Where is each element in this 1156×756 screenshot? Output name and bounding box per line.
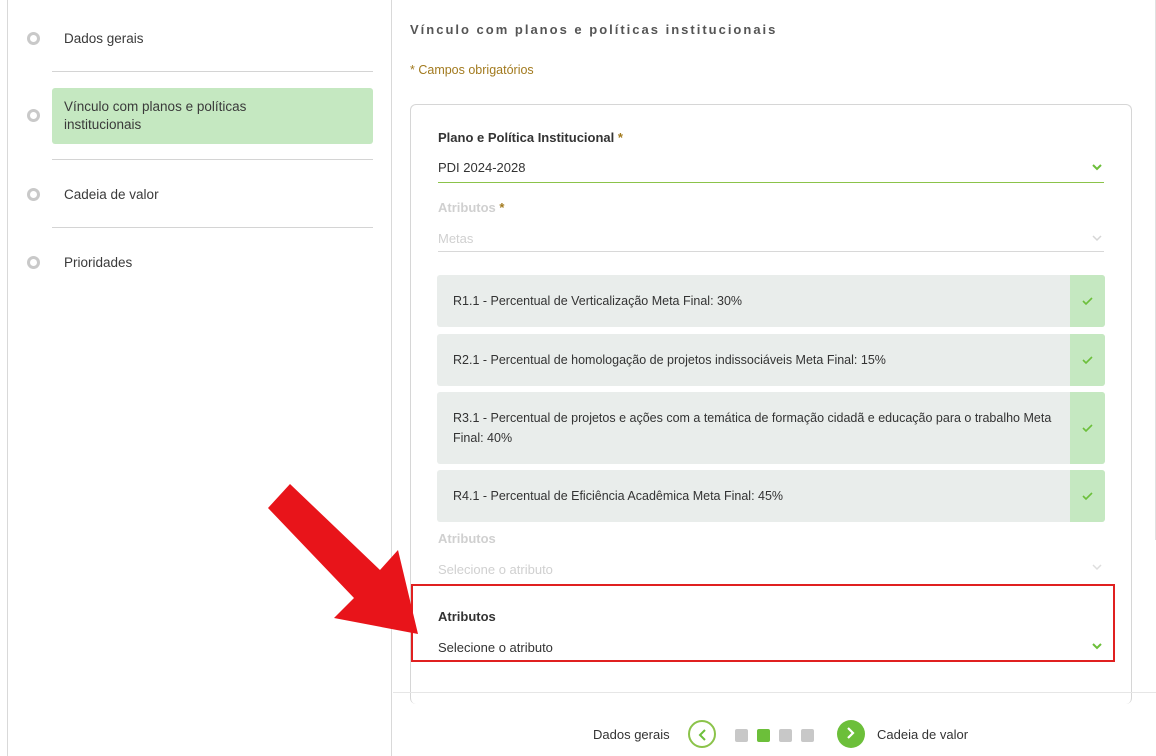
step-label: Prioridades (64, 255, 133, 270)
pager-dot[interactable] (801, 729, 814, 742)
atributos-1-select-value: Metas (438, 231, 474, 246)
divider (52, 159, 373, 160)
required-star: * (499, 200, 505, 215)
pager-dot-active[interactable] (757, 729, 770, 742)
chevron-down-icon[interactable] (1091, 161, 1103, 173)
atributos-3-select[interactable]: Selecione o atributo (438, 640, 553, 655)
step-label: Vínculo com planos e políticas instituci… (64, 99, 247, 132)
step-radio-icon (27, 188, 40, 201)
selected-item-text: R1.1 - Percentual de Verticalização Meta… (453, 294, 743, 308)
section-title: Vínculo com planos e políticas instituci… (410, 22, 778, 37)
prev-step-label[interactable]: Dados gerais (593, 727, 670, 742)
atributos-1-underline (438, 251, 1104, 252)
selected-item: R4.1 - Percentual de Eficiência Acadêmic… (437, 470, 1105, 522)
chevron-down-icon (1092, 564, 1102, 571)
selected-item-text: R2.1 - Percentual de homologação de proj… (453, 353, 886, 367)
red-arrow-annotation (268, 484, 418, 634)
pager-dot[interactable] (779, 729, 792, 742)
check-icon[interactable] (1070, 392, 1105, 464)
required-fields-note: * Campos obrigatórios (410, 63, 534, 77)
plano-select-underline (438, 182, 1104, 183)
check-icon[interactable] (1070, 470, 1105, 522)
divider (52, 71, 373, 72)
selected-item: R2.1 - Percentual de homologação de proj… (437, 334, 1105, 386)
step-radio-icon (27, 109, 40, 122)
check-icon[interactable] (1070, 334, 1105, 386)
chevron-down-icon (1092, 235, 1102, 242)
selected-item-text: R3.1 - Percentual de projetos e ações co… (453, 411, 1052, 445)
atributos-2-select: Selecione o atributo (438, 562, 553, 577)
steps-sidebar: Dados gerais Vínculo com planos e políti… (8, 0, 392, 756)
plano-label-text: Plano e Política Institucional (438, 130, 615, 145)
main-content: Vínculo com planos e políticas instituci… (393, 0, 1156, 756)
check-icon[interactable] (1070, 275, 1105, 327)
required-star: * (617, 130, 623, 145)
atributos-1-label: Atributos * (438, 200, 504, 215)
step-radio-icon (27, 256, 40, 269)
selected-item-text: R4.1 - Percentual de Eficiência Acadêmic… (453, 489, 784, 503)
step-radio-icon (27, 32, 40, 45)
step-label: Dados gerais (64, 31, 144, 46)
prev-step-button[interactable] (688, 720, 716, 748)
selected-item: R1.1 - Percentual de Verticalização Meta… (437, 275, 1105, 327)
atributos-3-label: Atributos (438, 609, 496, 624)
chevron-right-icon (847, 727, 855, 739)
next-step-label[interactable]: Cadeia de valor (877, 727, 968, 742)
step-label: Cadeia de valor (64, 187, 159, 202)
divider (52, 227, 373, 228)
atributos-2-label: Atributos (438, 531, 496, 546)
next-step-button[interactable] (837, 720, 865, 748)
chevron-down-icon[interactable] (1091, 640, 1103, 652)
selected-item: R3.1 - Percentual de projetos e ações co… (437, 392, 1105, 464)
pager-dot[interactable] (735, 729, 748, 742)
plano-field-label: Plano e Política Institucional * (438, 130, 623, 145)
plano-select-value[interactable]: PDI 2024-2028 (438, 160, 525, 175)
chevron-left-icon (698, 729, 706, 741)
footer-divider (393, 692, 1156, 693)
atributos-1-label-text: Atributos (438, 200, 496, 215)
